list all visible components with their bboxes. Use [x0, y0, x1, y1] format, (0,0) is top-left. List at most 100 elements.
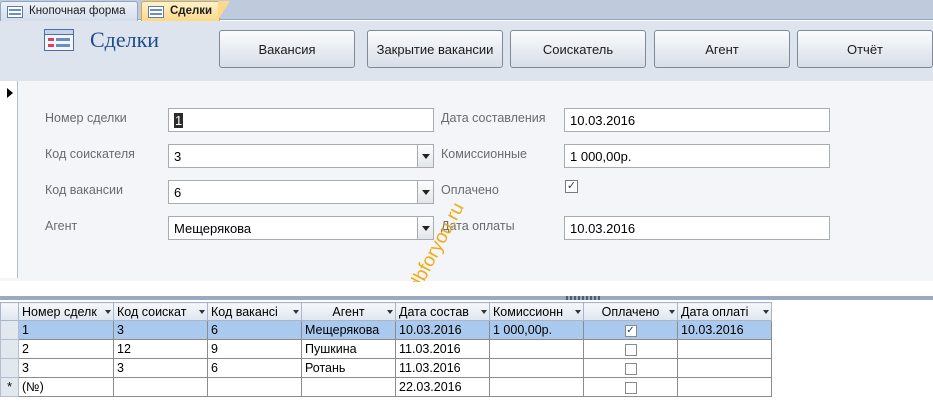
cell-paid[interactable] [583, 377, 678, 397]
column-header-label: Оплачено [601, 304, 660, 319]
applicant-code-combo[interactable]: 3 [168, 144, 434, 168]
chevron-down-icon[interactable] [481, 310, 487, 314]
agent-combo[interactable]: Мещерякова [168, 216, 434, 240]
applicant-button[interactable]: Соискатель [510, 30, 646, 68]
column-header-label: Дата оплаті [681, 304, 749, 319]
applicant-code-value: 3 [174, 149, 182, 164]
split-form-splitter[interactable] [0, 282, 933, 302]
cell-commission[interactable] [489, 358, 584, 378]
chevron-down-icon [421, 225, 430, 231]
paid-checkbox[interactable] [624, 381, 637, 394]
cell-date-created[interactable]: 11.03.2016 [395, 339, 490, 359]
column-header-paid[interactable]: Оплачено [583, 302, 678, 321]
cell-vacancy-code[interactable]: 6 [207, 320, 302, 340]
chevron-down-icon[interactable] [293, 310, 299, 314]
table-row[interactable]: 1 3 6 Мещерякова 10.03.2016 1 000,00р. ✓… [0, 320, 772, 340]
paid-checkbox[interactable] [624, 343, 637, 356]
record-selector[interactable] [0, 81, 18, 278]
table-row[interactable]: 3 3 6 Ротань 11.03.2016 [0, 358, 772, 378]
cell-commission[interactable]: 1 000,00р. [489, 320, 584, 340]
cell-date-created[interactable]: 10.03.2016 [395, 320, 490, 340]
pay-date-field[interactable]: 10.03.2016 [564, 216, 830, 240]
chevron-down-icon[interactable] [105, 310, 111, 314]
agent-button[interactable]: Агент [654, 30, 790, 68]
column-header-label: Код вакансі [211, 304, 278, 319]
chevron-down-icon[interactable] [387, 310, 393, 314]
column-header-deal-number[interactable]: Номер сделк [18, 302, 114, 321]
column-header-label: Код соискат [117, 304, 187, 319]
cell-vacancy-code[interactable]: 6 [207, 358, 302, 378]
agent-label: Агент [45, 219, 78, 233]
cell-paid[interactable] [583, 339, 678, 359]
column-header-label: Агент [332, 304, 365, 319]
column-header-applicant-code[interactable]: Код соискат [113, 302, 208, 321]
paid-checkbox[interactable]: ✓ [624, 324, 637, 337]
column-header-date-created[interactable]: Дата состав [395, 302, 490, 321]
datasheet: Номер сделк Код соискат Код вакансі Аген… [0, 302, 933, 409]
chevron-down-icon[interactable] [669, 310, 675, 314]
deal-number-field[interactable]: 1 [168, 108, 434, 132]
cell-deal-number[interactable]: (№) [18, 377, 114, 397]
splitter-bar[interactable] [0, 296, 933, 300]
cell-agent[interactable] [301, 377, 396, 397]
splitter-grip-icon[interactable] [566, 296, 600, 300]
cell-deal-number[interactable]: 2 [18, 339, 114, 359]
cell-commission[interactable] [489, 377, 584, 397]
cell-pay-date[interactable] [677, 377, 772, 397]
cell-vacancy-code[interactable]: 9 [207, 339, 302, 359]
column-header-label: Номер сделк [22, 304, 97, 319]
cell-pay-date[interactable]: 10.03.2016 [677, 320, 772, 340]
paid-checkbox[interactable]: ✓ [565, 180, 578, 193]
table-row[interactable]: 2 12 9 Пушкина 11.03.2016 [0, 339, 772, 359]
tab-corner [218, 1, 230, 20]
date-created-field[interactable]: 10.03.2016 [564, 108, 830, 132]
column-header-label: Дата состав [399, 304, 469, 319]
cell-agent[interactable]: Мещерякова [301, 320, 396, 340]
cell-vacancy-code[interactable] [207, 377, 302, 397]
new-record-row[interactable]: * (№) 22.03.2016 [0, 377, 772, 397]
column-header-agent[interactable]: Агент [301, 302, 396, 321]
row-selector[interactable] [0, 320, 19, 340]
cell-pay-date[interactable] [677, 339, 772, 359]
applicant-code-dropdown-button[interactable] [417, 145, 433, 167]
cell-deal-number[interactable]: 3 [18, 358, 114, 378]
column-header-commission[interactable]: Комиссионн [489, 302, 584, 321]
column-header-vacancy-code[interactable]: Код вакансі [207, 302, 302, 321]
agent-value: Мещерякова [174, 221, 252, 236]
cell-applicant-code[interactable]: 3 [113, 358, 208, 378]
form-icon [7, 6, 23, 21]
cell-commission[interactable] [489, 339, 584, 359]
vacancy-code-dropdown-button[interactable] [417, 181, 433, 203]
commission-field[interactable]: 1 000,00р. [564, 144, 830, 168]
tab-switchboard[interactable]: Кнопочная форма [0, 1, 138, 21]
cell-date-created[interactable]: 11.03.2016 [395, 358, 490, 378]
row-selector[interactable] [0, 358, 19, 378]
paid-checkbox[interactable] [624, 362, 637, 375]
vacancy-code-value: 6 [174, 185, 182, 200]
column-header-pay-date[interactable]: Дата оплаті [677, 302, 772, 321]
cell-applicant-code[interactable] [113, 377, 208, 397]
cell-paid[interactable] [583, 358, 678, 378]
chevron-down-icon [421, 153, 430, 159]
select-all-corner[interactable] [0, 302, 19, 321]
vacancy-code-combo[interactable]: 6 [168, 180, 434, 204]
cell-paid[interactable]: ✓ [583, 320, 678, 340]
cell-date-created[interactable]: 22.03.2016 [395, 377, 490, 397]
cell-agent[interactable]: Ротань [301, 358, 396, 378]
cell-deal-number[interactable]: 1 [18, 320, 114, 340]
row-selector[interactable] [0, 339, 19, 359]
cell-applicant-code[interactable]: 3 [113, 320, 208, 340]
report-button[interactable]: Отчёт [797, 30, 933, 68]
cell-applicant-code[interactable]: 12 [113, 339, 208, 359]
tab-label: Сделки [170, 5, 213, 17]
new-record-marker: * [0, 377, 19, 397]
vacancy-button[interactable]: Вакансия [219, 30, 355, 68]
chevron-down-icon[interactable] [575, 310, 581, 314]
tab-deals[interactable]: Сделки [141, 1, 220, 21]
chevron-down-icon[interactable] [199, 310, 205, 314]
cell-agent[interactable]: Пушкина [301, 339, 396, 359]
cell-pay-date[interactable] [677, 358, 772, 378]
chevron-down-icon[interactable] [763, 310, 769, 314]
applicant-code-label: Код соискателя [45, 147, 135, 161]
close-vacancy-button[interactable]: Закрытие вакансии [367, 30, 503, 68]
